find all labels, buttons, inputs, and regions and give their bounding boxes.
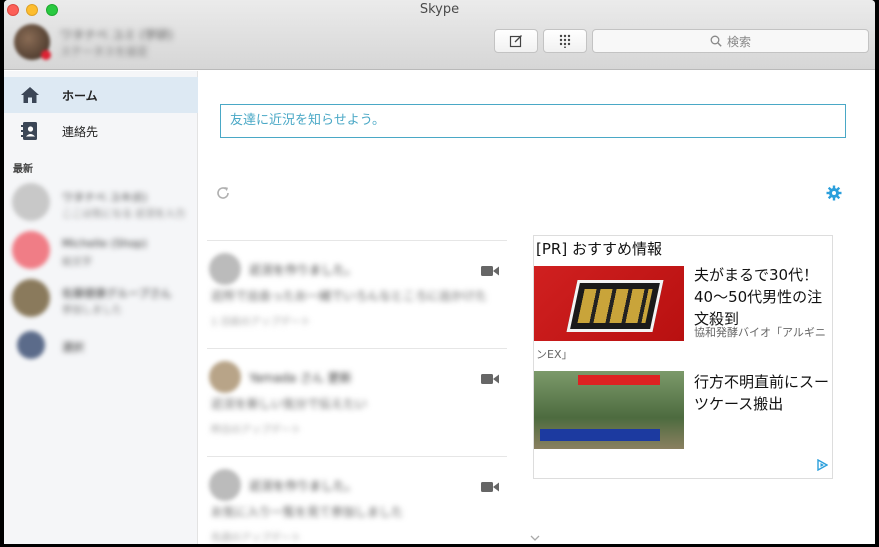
refresh-icon[interactable] [215,185,231,204]
sidebar-item-label: ホーム [62,88,98,103]
avatar [12,279,50,317]
compose-icon [509,35,522,48]
ad-image-news[interactable] [534,371,684,449]
compose-button[interactable] [494,29,538,53]
profile-status[interactable]: ステータスを設定 [60,43,148,59]
search-icon [710,35,722,47]
feed-title: 近況を作りました。 [249,263,358,277]
ad-link-1[interactable]: 夫がまるで30代！40〜50代男性の注文殺到 [694,264,832,330]
sidebar-item-contacts[interactable]: 連絡先 [4,113,198,149]
profile-name[interactable]: ワタナベ ユミ (学研) [60,26,173,43]
recent-sub: ここは気になる 近況を入力 [62,209,186,220]
feed-body: お気に入り一覧を見て参加しました [211,505,404,519]
dialpad-button[interactable] [543,29,587,53]
ad-advertiser: 協和発酵バイオ「アルギニ [694,326,826,339]
feed-title: Yamada さん 更新 [249,371,352,385]
title-bar: Skype ワタナベ ユミ (学研) ステータスを設定 検索 [4,0,875,70]
profile-avatar[interactable] [14,24,51,60]
avatar [17,331,45,359]
recent-name: 佐藤健康グループさん [62,287,172,300]
contacts-icon [18,119,42,143]
recent-conversation[interactable]: 選択 [12,325,194,369]
feed-time: 昨日のアップデート [211,425,301,436]
avatar [209,469,241,501]
recent-name: 選択 [62,341,84,354]
recent-conversation[interactable]: 佐藤健康グループさん 参加しました [12,277,194,321]
avatar [209,253,241,285]
video-call-icon[interactable] [481,265,499,280]
adchoices-icon[interactable] [816,458,829,474]
avatar [12,231,50,269]
feed-time: 1 日前のアップデート [211,317,311,328]
main-panel: 友達に近況を知らせよう。 近況を作りました。 近所で出会ったお一緒でいろんなとこ… [199,71,875,544]
video-call-icon[interactable] [481,373,499,388]
recent-section-label: 最新 [13,164,33,175]
feed-body: 近所で出会ったお一緒でいろんなところに出かけた [211,289,488,303]
home-icon [18,83,42,107]
feed-time: 先週のアップデート [211,533,301,544]
feed-title: 近況を作りました。 [249,479,358,493]
status-update-input[interactable]: 友達に近況を知らせよう。 [220,104,846,138]
search-placeholder: 検索 [726,34,751,49]
recent-conversation[interactable]: ワタナベ ユキ(E) ここは気になる 近況を入力 [12,181,194,225]
avatar [209,361,241,393]
dialpad-icon [559,34,571,48]
recent-sub: 参加しました [62,305,122,316]
recent-name: ワタナベ ユキ(E) [62,191,148,204]
sidebar-item-label: 連絡先 [62,124,99,139]
sidebar-item-home[interactable]: ホーム [4,77,198,113]
video-call-icon[interactable] [481,481,499,496]
gear-icon[interactable] [826,185,842,204]
ad-advertiser-cont: ンEX」 [536,348,573,361]
avatar [12,183,50,221]
recent-conversation[interactable]: Michelle (Shop) 絵文字 [12,229,194,273]
search-input[interactable]: 検索 [592,29,869,53]
feed-item[interactable]: 近況を作りました。 お気に入り一覧を見て参加しました 先週のアップデート [207,456,507,544]
feed-item[interactable]: 近況を作りました。 近所で出会ったお一緒でいろんなところに出かけた 1 日前のア… [207,240,507,344]
recent-name: Michelle (Shop) [62,237,147,250]
presence-dot [41,50,51,60]
chevron-down-icon[interactable] [530,533,540,544]
ad-panel: [PR] おすすめ情報 夫がまるで30代！40〜50代男性の注文殺到 協和発酵バ… [533,235,833,479]
feed-body: 近況を新しい気分で伝えたい [211,397,368,411]
recent-sub: 絵文字 [62,257,92,268]
ad-header: [PR] おすすめ情報 [536,240,662,258]
ad-link-2[interactable]: 行方不明直前にスーツケース搬出 [694,371,832,415]
skype-window: Skype ワタナベ ユミ (学研) ステータスを設定 検索 ホーム 連絡先 最… [4,0,875,544]
window-title: Skype [419,2,460,17]
feed-item[interactable]: Yamada さん 更新 近況を新しい気分で伝えたい 昨日のアップデート [207,348,507,452]
ad-image-supplement[interactable] [534,266,684,341]
sidebar: ホーム 連絡先 最新 ワタナベ ユキ(E) ここは気になる 近況を入力 Mich… [4,71,198,544]
